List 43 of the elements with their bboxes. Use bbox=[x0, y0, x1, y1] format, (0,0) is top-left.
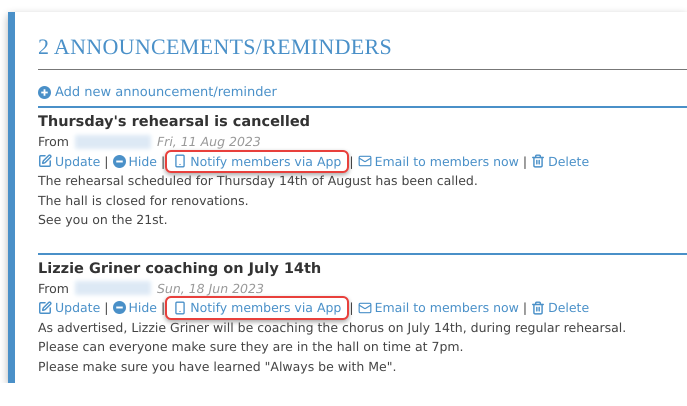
mail-icon bbox=[358, 154, 372, 168]
update-link[interactable]: Update bbox=[38, 298, 100, 318]
update-link[interactable]: Update bbox=[38, 152, 100, 171]
body-text: See you on the 21st. bbox=[38, 211, 169, 229]
separator: | bbox=[349, 299, 354, 317]
notify-link[interactable]: Notify members via App bbox=[173, 298, 342, 318]
phone-icon bbox=[173, 154, 188, 168]
delete-link[interactable]: Delete bbox=[531, 298, 590, 318]
announcement-title: Thursday's rehearsal is cancelled bbox=[38, 113, 312, 132]
announcement-title: Lizzie Griner coaching on July 14th bbox=[38, 260, 322, 278]
announcement-date: Fri, 11 Aug 2023 bbox=[156, 133, 261, 151]
hide-link[interactable]: Hide bbox=[112, 298, 157, 318]
body-text: The rehearsal scheduled for Thursday 14th of August has been called. bbox=[38, 172, 479, 190]
separator: | bbox=[349, 152, 354, 171]
body-text: Please can everyone make sure they are in the hall on time at 7pm. bbox=[38, 338, 465, 356]
delete-link[interactable]: Delete bbox=[531, 152, 590, 171]
section-heading: 2 ANNOUNCEMENTS/REMINDERS bbox=[38, 34, 687, 70]
from-label: From bbox=[38, 133, 69, 151]
notify-link[interactable]: Notify members via App bbox=[173, 152, 342, 171]
separator: | bbox=[161, 299, 166, 317]
body-text: Please make sure you have learned "Always be with Me". bbox=[38, 358, 398, 376]
separator: | bbox=[161, 152, 166, 171]
separator: | bbox=[104, 299, 108, 317]
email-link[interactable]: Email to members now bbox=[358, 152, 519, 171]
separator: | bbox=[104, 152, 108, 171]
from-label: From bbox=[38, 280, 69, 298]
announcement-date: Sun, 18 Jun 2023 bbox=[156, 280, 264, 298]
trash-icon bbox=[531, 300, 546, 315]
phone-icon bbox=[173, 300, 188, 315]
body-text: As advertised, Lizzie Griner will be coaching the chorus on July 14th, during regular rehearsal. bbox=[38, 318, 628, 337]
plus-circle-icon bbox=[38, 86, 51, 99]
edit-icon bbox=[38, 154, 52, 168]
body-text: The hall is closed for renovations. bbox=[38, 192, 250, 210]
edit-icon bbox=[38, 300, 52, 315]
add-announcement-link[interactable]: Add new announcement/reminder bbox=[38, 85, 277, 100]
mail-icon bbox=[358, 300, 372, 315]
email-link[interactable]: Email to members now bbox=[358, 298, 519, 318]
separator: | bbox=[522, 299, 528, 317]
trash-icon bbox=[531, 154, 546, 168]
minus-circle-icon bbox=[112, 154, 126, 168]
hide-link[interactable]: Hide bbox=[112, 152, 157, 171]
minus-circle-icon bbox=[112, 301, 126, 314]
separator: | bbox=[522, 152, 528, 171]
